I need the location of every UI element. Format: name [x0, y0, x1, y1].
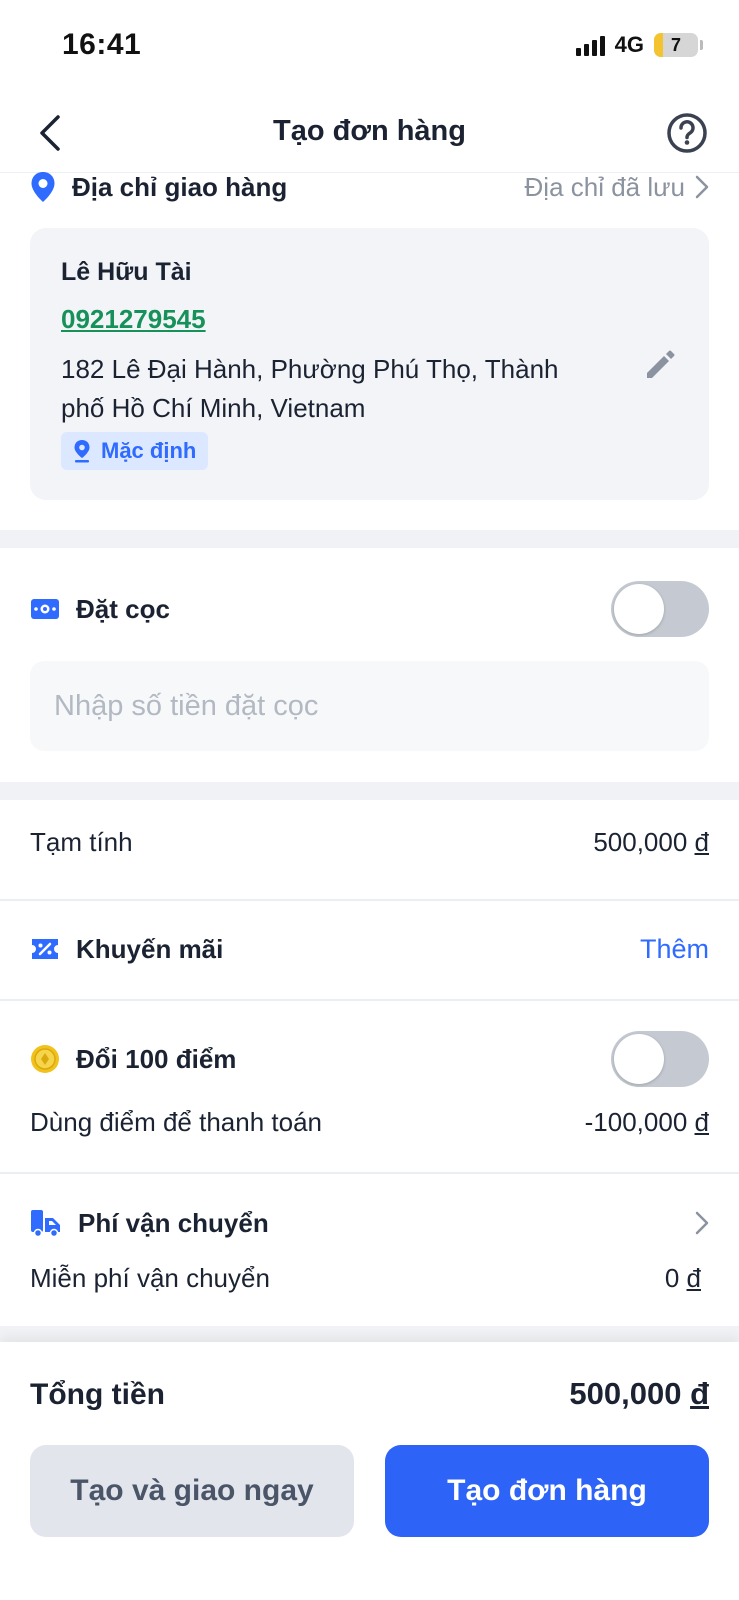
add-promotion-link[interactable]: Thêm — [640, 934, 709, 965]
redeem-points-row: Đổi 100 điểm — [30, 1030, 709, 1088]
section-divider — [0, 782, 739, 800]
status-time: 16:41 — [62, 28, 142, 61]
create-order-button[interactable]: Tạo đơn hàng — [385, 1445, 709, 1537]
row-divider — [0, 999, 739, 1001]
location-pin-icon — [31, 172, 55, 202]
recipient-phone[interactable]: 0921279545 — [61, 304, 206, 335]
battery-level: 7 — [670, 34, 681, 55]
saved-addresses-link[interactable]: Địa chỉ đã lưu — [525, 172, 709, 203]
pencil-icon — [647, 350, 675, 378]
discount-ticket-icon — [32, 939, 58, 959]
delivery-address-header: Địa chỉ giao hàng Địa chỉ đã lưu — [30, 168, 709, 206]
points-payment-row: Dùng điểm để thanh toán -100,000 đ — [30, 1102, 709, 1142]
deposit-toggle[interactable] — [611, 581, 709, 637]
points-payment-label: Dùng điểm để thanh toán — [30, 1106, 322, 1137]
recipient-name: Lê Hữu Tài — [61, 258, 192, 286]
help-icon — [667, 113, 707, 153]
saved-addresses-label: Địa chỉ đã lưu — [524, 171, 685, 202]
top-navigation-bar: Tạo đơn hàng — [0, 95, 739, 173]
row-divider — [0, 899, 739, 901]
section-divider — [0, 530, 739, 548]
deposit-amount-input[interactable] — [30, 661, 709, 751]
deposit-row: Đặt cọc — [30, 580, 709, 638]
delivery-truck-icon — [31, 1210, 60, 1237]
promotion-label: Khuyến mãi — [76, 933, 224, 964]
redeem-points-label: Đổi 100 điểm — [76, 1043, 237, 1074]
network-type: 4G — [614, 32, 644, 57]
signal-icon — [575, 34, 605, 56]
shipping-fee-value: 0 đ — [664, 1262, 701, 1293]
delivery-address-label: Địa chỉ giao hàng — [72, 171, 288, 202]
create-and-deliver-button[interactable]: Tạo và giao ngay — [30, 1445, 354, 1537]
subtotal-label: Tạm tính — [30, 826, 133, 857]
subtotal-row: Tạm tính 500,000 đ — [30, 822, 709, 862]
free-shipping-label: Miễn phí vận chuyển — [30, 1262, 270, 1293]
free-shipping-row: Miễn phí vận chuyển 0 đ — [30, 1258, 709, 1298]
coin-icon — [31, 1045, 59, 1073]
default-address-badge: Mặc định — [61, 432, 209, 470]
chevron-right-icon — [695, 1211, 709, 1235]
redeem-points-toggle[interactable] — [611, 1031, 709, 1087]
shipping-fee-label: Phí vận chuyển — [78, 1207, 269, 1238]
points-payment-value: -100,000 đ — [584, 1106, 709, 1137]
order-footer: Tổng tiền 500,000 đ Tạo và giao ngay Tạo… — [0, 1342, 739, 1600]
recipient-address: 182 Lê Đại Hành, Phường Phú Thọ, Thành p… — [61, 354, 559, 423]
address-card[interactable]: Lê Hữu Tài 0921279545 182 Lê Đại Hành, P… — [30, 228, 709, 500]
total-label: Tổng tiền — [30, 1378, 165, 1411]
edit-address-button[interactable] — [643, 348, 677, 382]
page-title: Tạo đơn hàng — [273, 115, 466, 147]
row-divider — [0, 1172, 739, 1174]
default-badge-label: Mặc định — [101, 438, 197, 463]
status-indicators: 4G 7 — [575, 32, 703, 58]
status-bar: 16:41 4G 7 — [0, 0, 739, 95]
help-button[interactable] — [665, 111, 709, 155]
location-pin-icon — [74, 440, 90, 463]
deposit-label: Đặt cọc — [76, 593, 170, 624]
chevron-right-icon — [695, 175, 709, 199]
shipping-fee-row[interactable]: Phí vận chuyển — [30, 1200, 709, 1246]
section-divider — [0, 1326, 739, 1342]
subtotal-value: 500,000 đ — [593, 826, 709, 857]
battery-icon: 7 — [654, 33, 698, 57]
promotion-row[interactable]: Khuyến mãi Thêm — [30, 921, 709, 977]
total-value: 500,000 đ — [569, 1376, 709, 1411]
cash-icon — [31, 599, 59, 619]
